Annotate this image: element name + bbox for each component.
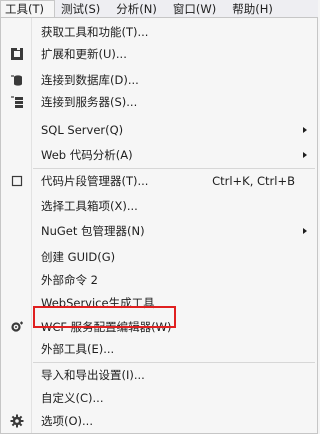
menu-item-label: 外部工具(E)...	[41, 342, 115, 356]
menu-item-choose-toolbox-items[interactable]: 选择工具箱项(X)...	[1, 195, 317, 217]
menu-help[interactable]: 帮助(H)	[226, 0, 283, 17]
wcf-config-icon	[9, 319, 25, 335]
menu-item-label: SQL Server(Q)	[41, 123, 124, 137]
menu-item-nuget[interactable]: NuGet 包管理器(N)	[1, 220, 317, 242]
menu-item-create-guid[interactable]: 创建 GUID(G)	[1, 246, 317, 268]
menu-item-label: Web 代码分析(A)	[41, 148, 133, 162]
extensions-icon	[9, 46, 25, 62]
menu-item-label: 创建 GUID(G)	[41, 250, 116, 264]
menu-analyze-label: 分析(N)	[116, 1, 157, 16]
menu-test[interactable]: 测试(S)	[55, 0, 110, 17]
menu-item-shortcut: Ctrl+K, Ctrl+B	[212, 174, 295, 188]
menu-item-snippet-manager[interactable]: 代码片段管理器(T)... Ctrl+K, Ctrl+B	[1, 170, 317, 192]
menu-item-connect-server[interactable]: 连接到服务器(S)...	[1, 91, 317, 113]
menu-tools-label: 工具(T)	[5, 2, 44, 16]
submenu-arrow-icon	[303, 152, 307, 158]
menu-separator	[33, 362, 315, 363]
menu-item-label: 导入和导出设置(I)...	[41, 368, 145, 382]
menu-item-label: 代码片段管理器(T)...	[41, 174, 149, 188]
submenu-arrow-icon	[303, 127, 307, 133]
tools-dropdown-menu: 获取工具和功能(T)... 扩展和更新(U)... 连接到数据库(D)... 连…	[0, 17, 318, 434]
menu-test-label: 测试(S)	[61, 1, 101, 16]
menu-help-label: 帮助(H)	[232, 1, 273, 16]
menu-item-sql-server[interactable]: SQL Server(Q)	[1, 119, 317, 141]
menu-item-label: 连接到服务器(S)...	[41, 95, 138, 109]
menu-item-label: 扩展和更新(U)...	[41, 47, 127, 61]
menu-item-label: 自定义(C)...	[41, 391, 104, 405]
menu-separator	[33, 168, 315, 169]
menu-item-web-code-analysis[interactable]: Web 代码分析(A)	[1, 144, 317, 166]
menu-window-label: 窗口(W)	[172, 1, 217, 16]
menu-item-options[interactable]: 选项(O)...	[1, 410, 317, 432]
menu-window[interactable]: 窗口(W)	[167, 0, 226, 17]
menu-item-extensions[interactable]: 扩展和更新(U)...	[1, 43, 317, 65]
menu-item-external-command-2[interactable]: 外部命令 2	[1, 269, 317, 291]
menu-item-label: 获取工具和功能(T)...	[41, 25, 149, 39]
connect-database-icon	[9, 72, 25, 88]
menu-item-connect-database[interactable]: 连接到数据库(D)...	[1, 69, 317, 91]
menu-item-customize[interactable]: 自定义(C)...	[1, 387, 317, 409]
menu-tools[interactable]: 工具(T)	[0, 0, 55, 17]
gear-icon	[9, 413, 25, 429]
menu-item-external-tools[interactable]: 外部工具(E)...	[1, 338, 317, 360]
menu-item-label: 外部命令 2	[41, 273, 98, 287]
menu-item-get-tools[interactable]: 获取工具和功能(T)...	[1, 21, 317, 43]
snippet-manager-icon	[9, 173, 25, 189]
menu-item-import-export-settings[interactable]: 导入和导出设置(I)...	[1, 364, 317, 386]
connect-server-icon	[9, 94, 25, 110]
submenu-arrow-icon	[303, 228, 307, 234]
menu-item-label: 选择工具箱项(X)...	[41, 199, 138, 213]
menu-item-label: 连接到数据库(D)...	[41, 73, 139, 87]
highlight-annotation-box	[33, 306, 176, 328]
menu-analyze[interactable]: 分析(N)	[110, 0, 167, 17]
menu-bar: 工具(T) 测试(S) 分析(N) 窗口(W) 帮助(H)	[0, 0, 318, 18]
menu-item-label: 选项(O)...	[41, 414, 93, 428]
menu-item-label: NuGet 包管理器(N)	[41, 224, 145, 238]
